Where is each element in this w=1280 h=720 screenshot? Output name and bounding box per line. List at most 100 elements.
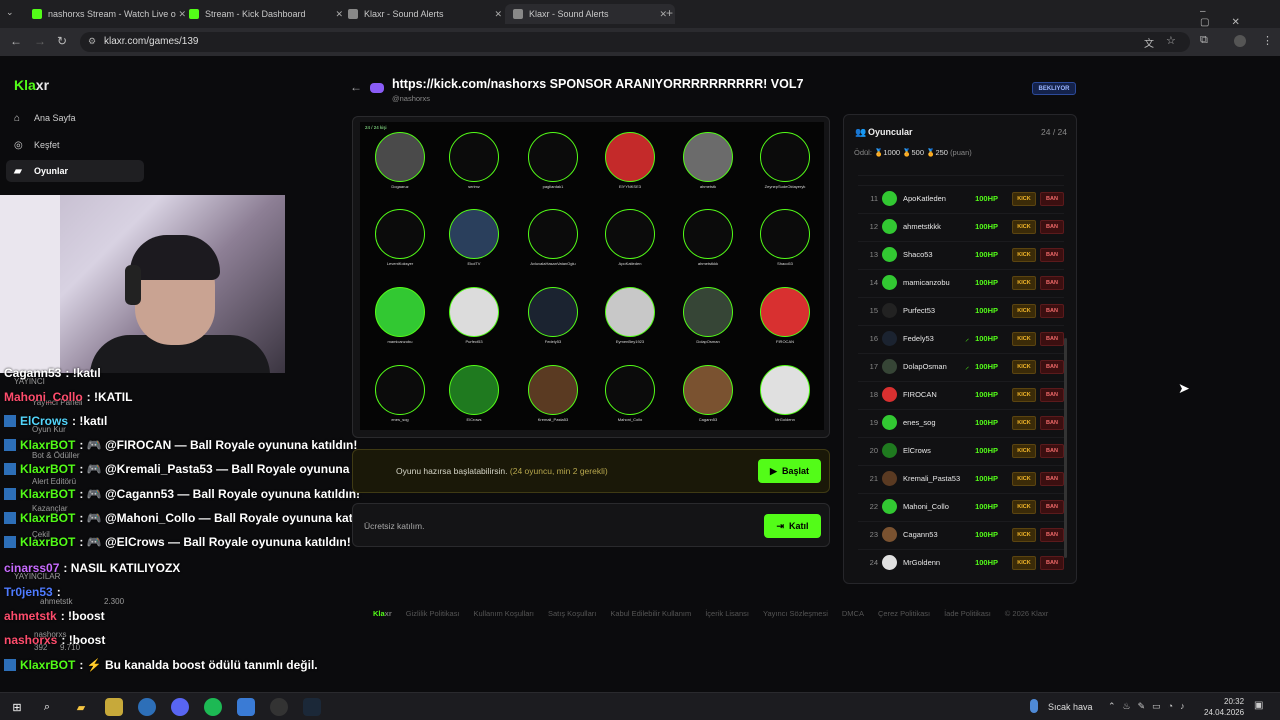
kick-button[interactable]: KICK	[1012, 387, 1036, 402]
chat-username[interactable]: nashorxs	[4, 633, 57, 647]
browser-tab[interactable]: Stream - Kick Dashboard ✕	[181, 4, 351, 24]
ban-button[interactable]: BAN	[1040, 303, 1064, 318]
chat-username[interactable]: KlaxrBOT	[20, 438, 75, 452]
join-button[interactable]: ⇥ Katıl	[764, 514, 821, 538]
footer-link[interactable]: Satış Koşulları	[548, 609, 596, 618]
game-title: https://kick.com/nashorxs SPONSOR ARANIY…	[392, 77, 804, 91]
steam-icon[interactable]	[303, 698, 321, 716]
url-input[interactable]: klaxr.com/games/139	[80, 32, 1190, 52]
chat-username[interactable]: KlaxrBOT	[20, 462, 75, 476]
search-icon[interactable]: ⌕	[38, 698, 56, 716]
footer-link[interactable]: Gizlilik Politikası	[406, 609, 460, 618]
footer-link[interactable]: © 2026 Klaxr	[1005, 609, 1048, 618]
nav-games[interactable]: ▰ Oyunlar	[6, 160, 144, 182]
chat-username[interactable]: KlaxrBOT	[20, 487, 75, 501]
chrome-icon[interactable]	[138, 698, 156, 716]
footer-link[interactable]: Kabul Edilebilir Kullanım	[610, 609, 691, 618]
kick-button[interactable]: KICK	[1012, 443, 1036, 458]
ban-button[interactable]: BAN	[1040, 555, 1064, 570]
weather-text[interactable]: Sıcak hava	[1048, 702, 1093, 712]
window-controls[interactable]: –▢✕	[1200, 6, 1280, 28]
footer-logo[interactable]: Klaxr	[373, 609, 392, 618]
new-tab-icon[interactable]: +	[666, 6, 673, 20]
windows-start-icon[interactable]: ⊞	[8, 698, 26, 716]
ban-button[interactable]: BAN	[1040, 499, 1064, 514]
reload-icon[interactable]: ↻	[57, 34, 67, 48]
player-row: 12 ahmetstkkk 100HP KICK BAN	[858, 213, 1064, 239]
file-explorer-icon[interactable]: ▰	[72, 698, 90, 716]
ban-button[interactable]: BAN	[1040, 219, 1064, 234]
kick-button[interactable]: KICK	[1012, 191, 1036, 206]
kick-button[interactable]: KICK	[1012, 359, 1036, 374]
ban-button[interactable]: BAN	[1040, 471, 1064, 486]
tab-list-icon[interactable]: ⌄	[6, 7, 14, 18]
kick-button[interactable]: KICK	[1012, 331, 1036, 346]
footer-link[interactable]: Kullanım Koşulları	[474, 609, 534, 618]
translate-icon[interactable]: 文	[1144, 35, 1154, 50]
ban-button[interactable]: BAN	[1040, 359, 1064, 374]
chat-username[interactable]: Cagann53	[4, 366, 61, 380]
browser-tab[interactable]: nashorxs Stream - Watch Live o ✕	[24, 4, 194, 24]
chat-username[interactable]: ahmetstk	[4, 609, 57, 623]
kick-button[interactable]: KICK	[1012, 471, 1036, 486]
footer-link[interactable]: Yayıncı Sözleşmesi	[763, 609, 828, 618]
menu-dots-icon[interactable]: ⋮	[1262, 34, 1273, 47]
ban-button[interactable]: BAN	[1040, 387, 1064, 402]
kick-button[interactable]: KICK	[1012, 499, 1036, 514]
browser-tab[interactable]: Klaxr - Sound Alerts ✕	[340, 4, 510, 24]
start-button[interactable]: ▶ Başlat	[758, 459, 821, 483]
bookmark-star-icon[interactable]: ☆	[1166, 34, 1176, 47]
footer-link[interactable]: İade Politikası	[944, 609, 991, 618]
chat-username[interactable]: ElCrows	[20, 414, 68, 428]
profile-avatar[interactable]	[1234, 35, 1246, 47]
obs-icon[interactable]	[270, 698, 288, 716]
forward-icon[interactable]: →	[34, 34, 46, 48]
ghost-menu-item: 2.300	[104, 597, 125, 606]
clock[interactable]: 20:32 24.04.2026	[1204, 696, 1244, 718]
spotify-icon[interactable]	[204, 698, 222, 716]
close-tab-icon[interactable]: ✕	[494, 9, 502, 20]
ban-button[interactable]: BAN	[1040, 443, 1064, 458]
player-row: 16 Fedely53 ⸝ 100HP KICK BAN	[858, 325, 1064, 351]
chat-text: :	[56, 585, 61, 599]
system-tray-icons[interactable]: ⌃♨✎▭◔♪	[1108, 701, 1192, 712]
kick-button[interactable]: KICK	[1012, 527, 1036, 542]
players-scrollbar[interactable]	[1064, 338, 1067, 558]
site-logo[interactable]: Klaxr	[14, 77, 49, 93]
ban-button[interactable]: BAN	[1040, 275, 1064, 290]
chat-username[interactable]: Mahoni_Collo	[4, 390, 83, 404]
ban-button[interactable]: BAN	[1040, 415, 1064, 430]
bot-badge-icon	[4, 415, 16, 427]
back-icon[interactable]: ←	[10, 34, 22, 48]
browser-tab[interactable]: Klaxr - Sound Alerts ✕	[505, 4, 675, 24]
kick-button[interactable]: KICK	[1012, 555, 1036, 570]
kick-button[interactable]: KICK	[1012, 275, 1036, 290]
kick-button[interactable]: KICK	[1012, 415, 1036, 430]
app-icon-1[interactable]	[105, 698, 123, 716]
footer-link[interactable]: İçerik Lisansı	[705, 609, 749, 618]
chat-username[interactable]: KlaxrBOT	[20, 511, 75, 525]
kick-button[interactable]: KICK	[1012, 303, 1036, 318]
ban-button[interactable]: BAN	[1040, 331, 1064, 346]
footer-link[interactable]: Çerez Politikası	[878, 609, 930, 618]
chat-username[interactable]: KlaxrBOT	[20, 535, 75, 549]
chat-username[interactable]: cinarss07	[4, 561, 59, 575]
back-arrow-icon[interactable]: ←	[350, 80, 362, 94]
chat-username[interactable]: KlaxrBOT	[20, 658, 75, 672]
extensions-icon[interactable]: ⧉	[1200, 34, 1208, 47]
ban-button[interactable]: BAN	[1040, 191, 1064, 206]
footer-link[interactable]: DMCA	[842, 609, 864, 618]
chat-username[interactable]: Tr0jen53	[4, 585, 53, 599]
player-hp: 100HP	[975, 362, 998, 371]
kick-button[interactable]: KICK	[1012, 219, 1036, 234]
ban-button[interactable]: BAN	[1040, 247, 1064, 262]
discord-icon[interactable]	[171, 698, 189, 716]
kick-button[interactable]: KICK	[1012, 247, 1036, 262]
nav-discover[interactable]: ◎ Keşfet	[6, 134, 144, 156]
app-icon-2[interactable]	[237, 698, 255, 716]
notification-icon[interactable]: ▣	[1254, 700, 1263, 711]
site-info-icon[interactable]: ⚙	[88, 36, 96, 47]
nav-home[interactable]: ⌂ Ana Sayfa	[6, 107, 144, 129]
player-name: ApoKatleden	[903, 194, 946, 203]
ban-button[interactable]: BAN	[1040, 527, 1064, 542]
